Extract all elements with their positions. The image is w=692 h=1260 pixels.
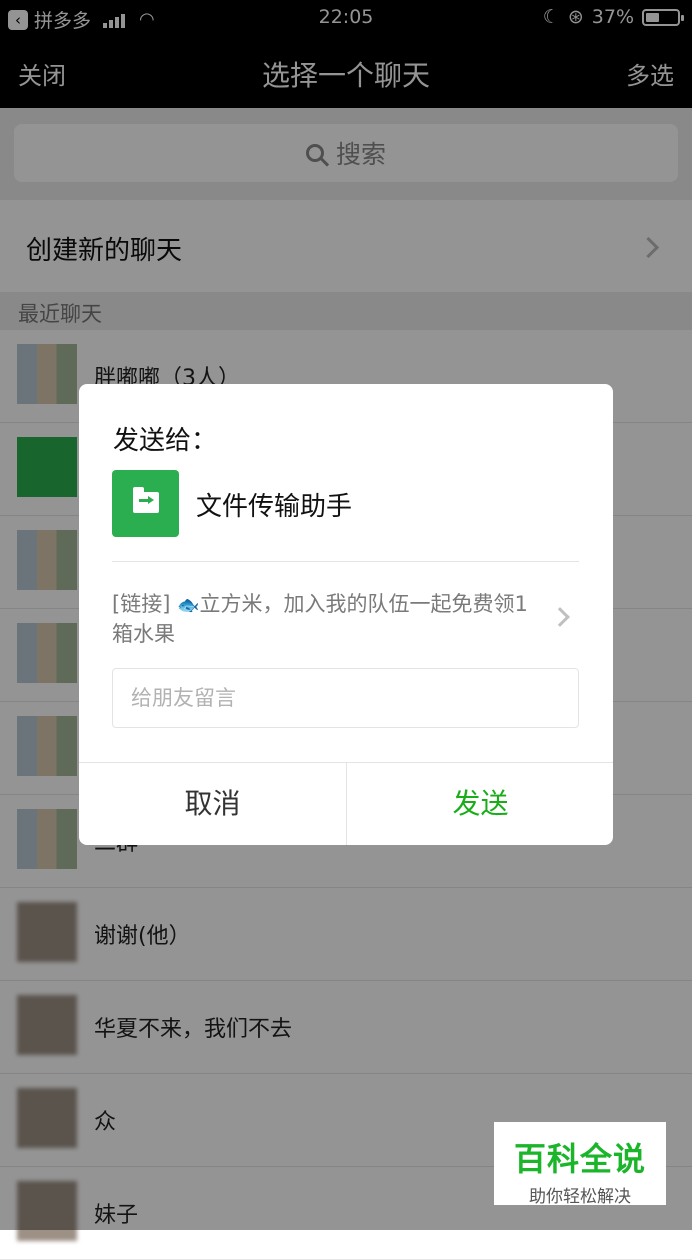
link-preview[interactable]: [链接] 🐟立方米，加入我的队伍一起免费领1箱水果	[112, 590, 532, 648]
watermark-subtitle: 助你轻松解决	[529, 1187, 631, 1207]
folder-icon	[133, 487, 159, 513]
watermark-title: 百科全说	[513, 1140, 646, 1178]
watermark-logo: 百科全说 助你轻松解决	[494, 1122, 666, 1207]
link-prefix: [链接]	[112, 592, 171, 616]
message-input[interactable]	[112, 668, 579, 728]
divider	[112, 561, 579, 562]
chevron-right-icon	[550, 607, 570, 627]
file-transfer-avatar	[112, 470, 179, 537]
recipient-name: 文件传输助手	[196, 492, 353, 522]
cancel-button[interactable]: 取消	[79, 763, 346, 845]
send-button[interactable]: 发送	[347, 763, 613, 845]
link-body: 立方米，加入我的队伍一起免费领1箱水果	[112, 592, 528, 646]
send-to-dialog: 发送给： 文件传输助手 [链接] 🐟立方米，加入我的队伍一起免费领1箱水果 取消…	[79, 384, 613, 845]
fish-icon: 🐟	[177, 595, 200, 616]
dialog-heading: 发送给：	[113, 426, 218, 456]
